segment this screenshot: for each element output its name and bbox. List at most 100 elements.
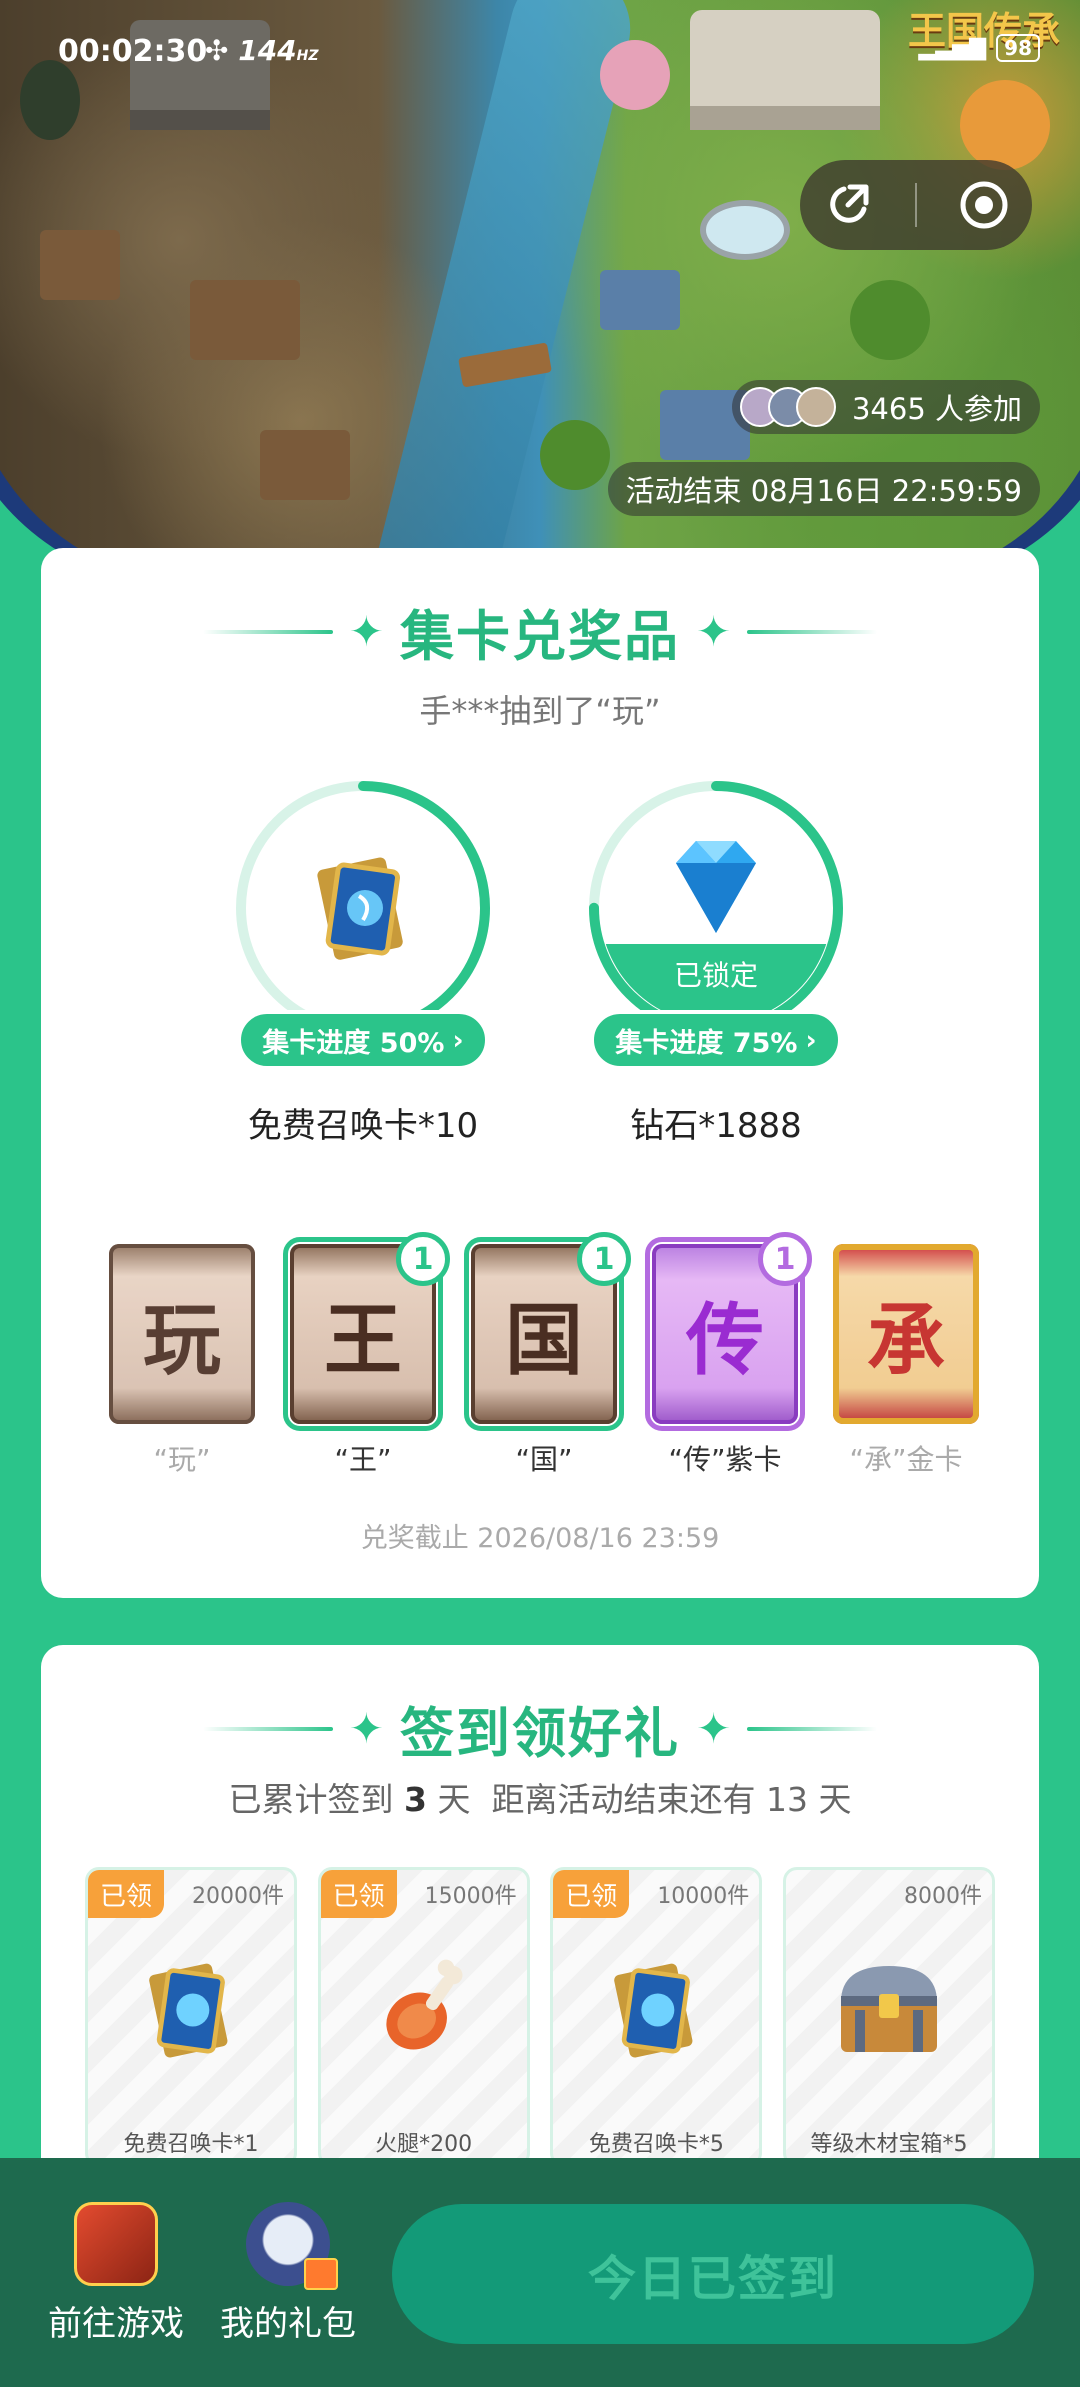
reward-card[interactable]: 已领 20000件 免费召唤卡*1 bbox=[85, 1867, 297, 2167]
claimed-tag: 已领 bbox=[320, 1870, 397, 1918]
progress-ring: 已锁定 bbox=[586, 778, 846, 1038]
sparkle-icon: ✦ bbox=[696, 1703, 732, 1753]
reward-name: 等级木材宝箱*5 bbox=[810, 2132, 968, 2157]
ham-icon bbox=[364, 1950, 484, 2070]
my-gifts-button[interactable]: 我的礼包 bbox=[208, 2202, 368, 2345]
reward-card[interactable]: 8000件 等级木材宝箱*5 bbox=[782, 1867, 995, 2167]
sparkle-icon: ✦ bbox=[348, 606, 384, 656]
signin-section-title: ✦ 签到领好礼 ✦ bbox=[41, 1689, 1039, 1768]
target-icon bbox=[960, 181, 1008, 229]
participants-badge: 3465 人参加 bbox=[731, 380, 1040, 434]
bottom-action-bar: 前往游戏 我的礼包 今日已签到 bbox=[0, 2158, 1080, 2387]
reward-stock: 8000件 bbox=[903, 1884, 982, 1909]
house-illustration bbox=[600, 270, 680, 330]
prize-name: 免费召唤卡*10 bbox=[247, 1106, 479, 1146]
card-face: 承 bbox=[833, 1244, 979, 1424]
status-fan-refresh: ✣ 144HZ bbox=[205, 34, 319, 67]
card-label: “王” bbox=[334, 1443, 392, 1476]
progress-ring bbox=[233, 778, 493, 1038]
sparkle-icon: ✦ bbox=[696, 606, 732, 656]
share-button[interactable] bbox=[818, 175, 878, 235]
fan-icon: ✣ bbox=[205, 34, 229, 67]
hut-illustration bbox=[190, 280, 300, 360]
word-card-chuan[interactable]: 传 1 “传”紫卡 bbox=[645, 1232, 812, 1478]
reward-name: 免费召唤卡*5 bbox=[588, 2132, 724, 2157]
refresh-rate: 144 bbox=[238, 34, 297, 67]
close-target-button[interactable] bbox=[954, 175, 1014, 235]
title-line-right bbox=[747, 629, 878, 634]
go-to-game-button[interactable]: 前往游戏 bbox=[36, 2202, 196, 2345]
title-line-left bbox=[202, 1726, 333, 1731]
collect-progress-button[interactable]: 集卡进度 50% › bbox=[237, 1010, 489, 1070]
reward-name: 火腿*200 bbox=[375, 2132, 473, 2157]
signin-suffix: 天 距离活动结束还有 13 天 bbox=[437, 1780, 852, 1819]
activity-end-time: 活动结束 08月16日 22:59:59 bbox=[607, 462, 1040, 516]
chevron-right-icon: › bbox=[805, 1024, 817, 1056]
card-label: “玩” bbox=[153, 1443, 211, 1476]
signin-title-text: 签到领好礼 bbox=[400, 1702, 680, 1765]
prize-diamond[interactable]: 已锁定 集卡进度 75% › 钻石*1888 bbox=[586, 778, 846, 1146]
collect-progress-button[interactable]: 集卡进度 75% › bbox=[590, 1010, 842, 1070]
fountain-illustration bbox=[700, 200, 790, 260]
signal-icon: ▂▃▅▇ bbox=[918, 35, 987, 61]
lottery-broadcast: 手***抽到了“玩” bbox=[419, 692, 661, 730]
reward-stock: 15000件 bbox=[424, 1884, 517, 1909]
signin-reward-list: 已领 20000件 免费召唤卡*1 已领 15000件 火腿*200 已领 10… bbox=[85, 1867, 995, 2167]
card-count-badge: 1 bbox=[396, 1232, 450, 1286]
signin-summary: 已累计签到 3 天 距离活动结束还有 13 天 bbox=[41, 1773, 1039, 1821]
reward-stock: 10000件 bbox=[657, 1884, 750, 1909]
signin-days: 3 bbox=[404, 1780, 427, 1819]
card-label: “国” bbox=[515, 1443, 573, 1476]
card-glyph: 传 bbox=[685, 1296, 764, 1386]
summon-card-icon bbox=[317, 857, 403, 960]
refresh-unit: HZ bbox=[296, 48, 319, 64]
word-card-cheng[interactable]: 承 “承”金卡 bbox=[833, 1244, 979, 1478]
chest-icon bbox=[829, 1950, 949, 2070]
hero-banner: 00:02:30 ✣ 144HZ 王国传承 ▂▃▅▇ 98 3465 人参加 活… bbox=[0, 0, 1080, 600]
capsule-divider bbox=[914, 183, 917, 227]
word-card-wan[interactable]: 玩 “玩” bbox=[109, 1244, 255, 1478]
card-count-badge: 1 bbox=[577, 1232, 631, 1286]
progress-label: 集卡进度 75% bbox=[615, 1027, 798, 1059]
reward-card[interactable]: 已领 15000件 火腿*200 bbox=[317, 1867, 530, 2167]
word-card-list: 玩 “玩” 王 1 “王” 国 1 “国” 传 1 “传”紫卡 承 “承”金卡 bbox=[109, 1232, 979, 1478]
mini-program-capsule bbox=[800, 160, 1032, 250]
my-gifts-label: 我的礼包 bbox=[220, 2304, 356, 2344]
prize-name: 钻石*1888 bbox=[630, 1106, 802, 1146]
card-glyph: 玩 bbox=[142, 1296, 221, 1386]
card-face: 玩 bbox=[109, 1244, 255, 1424]
sparkle-icon: ✦ bbox=[348, 1703, 384, 1753]
castle-right-illustration bbox=[690, 10, 880, 130]
reward-stock: 20000件 bbox=[192, 1884, 284, 1909]
collect-cards-panel: ✦ 集卡兑奖品 ✦ 手***抽到了“玩” 集卡进度 50% › 免费召唤卡*10… bbox=[41, 548, 1039, 1598]
chevron-right-icon: › bbox=[452, 1024, 464, 1056]
participants-count: 3465 人参加 bbox=[851, 392, 1022, 426]
summon-card-icon bbox=[596, 1950, 716, 2070]
game-app-icon bbox=[74, 2202, 158, 2286]
battery-indicator: 98 bbox=[996, 34, 1040, 62]
claimed-tag: 已领 bbox=[88, 1870, 164, 1918]
status-right: ▂▃▅▇ 98 bbox=[918, 34, 1040, 62]
collect-section-title: ✦ 集卡兑奖品 ✦ bbox=[41, 592, 1039, 671]
claimed-tag: 已领 bbox=[553, 1870, 630, 1918]
share-icon bbox=[830, 184, 869, 223]
word-card-guo[interactable]: 国 1 “国” bbox=[464, 1232, 631, 1478]
card-glyph: 承 bbox=[866, 1296, 945, 1386]
card-label: “传”紫卡 bbox=[668, 1443, 782, 1476]
tree-illustration bbox=[20, 60, 80, 140]
word-card-wang[interactable]: 王 1 “王” bbox=[283, 1232, 450, 1478]
signed-today-button[interactable]: 今日已签到 bbox=[392, 2204, 1034, 2344]
participant-avatars bbox=[739, 387, 842, 427]
summon-card-icon bbox=[131, 1950, 251, 2070]
title-line-right bbox=[747, 1726, 878, 1731]
card-glyph: 王 bbox=[323, 1296, 402, 1386]
gift-box-icon bbox=[304, 2258, 338, 2290]
card-count-badge: 1 bbox=[758, 1232, 812, 1286]
gift-bag-icon bbox=[246, 2202, 338, 2290]
prize-summon-card[interactable]: 集卡进度 50% › 免费召唤卡*10 bbox=[233, 778, 493, 1146]
reward-name: 免费召唤卡*1 bbox=[123, 2132, 259, 2157]
progress-label: 集卡进度 50% bbox=[262, 1027, 445, 1059]
signin-prefix: 已累计签到 bbox=[228, 1780, 394, 1819]
reward-card[interactable]: 已领 10000件 免费召唤卡*5 bbox=[550, 1867, 763, 2167]
title-line-left bbox=[202, 629, 333, 634]
